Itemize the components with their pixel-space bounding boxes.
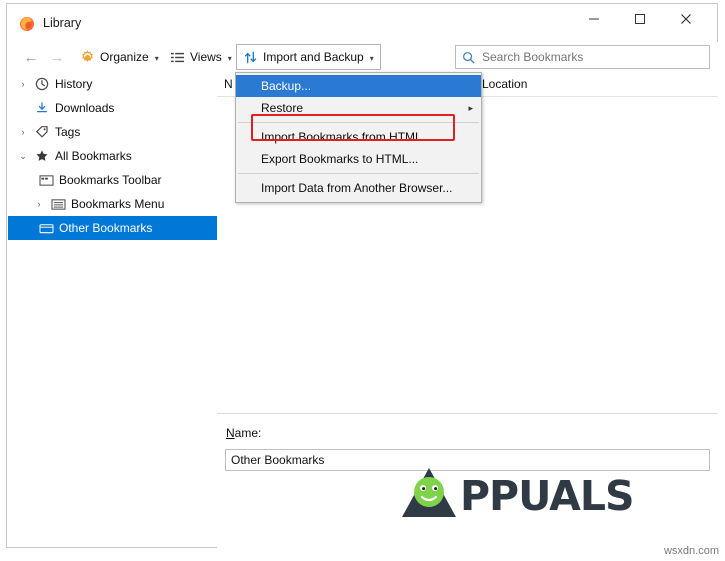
search-icon [462, 51, 475, 64]
window-title: Library [43, 16, 82, 30]
views-label: Views [190, 50, 222, 64]
appuals-watermark: PPUALS [398, 465, 635, 526]
status-bar [8, 547, 718, 548]
gear-icon [80, 49, 95, 65]
menu-folder-icon [48, 198, 68, 211]
chevron-down-icon: ▾ [369, 53, 374, 63]
name-field-label-rest: ame: [234, 426, 262, 440]
tag-icon [32, 125, 52, 139]
sidebar-item-label: All Bookmarks [55, 149, 132, 163]
menu-item-label: Backup... [261, 79, 312, 93]
sidebar-item-bookmarks-toolbar[interactable]: Bookmarks Toolbar [8, 168, 217, 192]
chevron-right-icon[interactable]: › [14, 127, 32, 137]
list-view-icon [170, 51, 185, 64]
toolbar-folder-icon [36, 174, 56, 187]
sidebar-item-label: Bookmarks Menu [71, 197, 165, 211]
title-bar: Library [7, 4, 717, 42]
clock-icon [32, 77, 52, 91]
menu-item-import-bookmarks-from-html[interactable]: Import Bookmarks from HTML... [236, 126, 481, 148]
menu-item-label: Restore [261, 101, 304, 115]
forward-arrow-icon: → [49, 48, 65, 66]
watermark-logo-icon [398, 465, 460, 526]
column-header-name[interactable]: N [224, 77, 233, 91]
menu-item-export-bookmarks-to-html[interactable]: Export Bookmarks to HTML... [236, 148, 481, 170]
close-button[interactable] [663, 4, 709, 34]
chevron-right-icon: ▸ [468, 102, 473, 113]
sidebar-item-tags[interactable]: › Tags [8, 120, 217, 144]
import-and-backup-menu: Backup... Restore ▸ Import Bookmarks fro… [235, 72, 482, 203]
chevron-down-icon: ▾ [154, 53, 159, 63]
sidebar-item-other-bookmarks[interactable]: Other Bookmarks [8, 216, 217, 240]
views-button[interactable]: Views ▾ [164, 45, 238, 69]
maximize-button[interactable] [617, 4, 663, 34]
back-button[interactable]: ← [18, 45, 44, 69]
menu-separator [238, 173, 479, 174]
menu-item-label: Import Data from Another Browser... [261, 181, 453, 195]
sidebar-item-label: Downloads [55, 101, 115, 115]
import-export-arrows-icon [243, 50, 258, 65]
import-and-backup-button[interactable]: Import and Backup ▾ [236, 44, 381, 70]
search-input[interactable] [480, 49, 694, 65]
menu-item-label: Import Bookmarks from HTML... [261, 130, 432, 144]
toolbar: ← → Organize ▾ Views ▾ Import and Backup… [8, 42, 718, 73]
sidebar-item-history[interactable]: › History [8, 72, 217, 96]
chevron-right-icon[interactable]: › [14, 79, 32, 89]
sidebar-item-label: Tags [55, 125, 81, 139]
column-header-location[interactable]: Location [482, 77, 527, 91]
menu-separator [238, 122, 479, 123]
sidebar-tree: › History Downloads › Tags ⌄ All Bookmar… [8, 72, 218, 547]
chevron-down-icon: ▾ [227, 53, 232, 63]
watermark-footer: wsxdn.com [663, 545, 719, 557]
star-icon [32, 149, 52, 163]
menu-item-label: Export Bookmarks to HTML... [261, 152, 419, 166]
sidebar-item-label: Bookmarks Toolbar [59, 173, 162, 187]
sidebar-item-downloads[interactable]: Downloads [8, 96, 217, 120]
sidebar-item-label: Other Bookmarks [59, 221, 153, 235]
menu-item-restore[interactable]: Restore ▸ [236, 97, 481, 119]
forward-button[interactable]: → [44, 45, 70, 69]
organize-label: Organize [100, 50, 149, 64]
chevron-down-icon[interactable]: ⌄ [14, 151, 32, 162]
import-and-backup-label: Import and Backup [263, 50, 364, 64]
sidebar-item-label: History [55, 77, 93, 91]
other-folder-icon [36, 222, 56, 235]
back-arrow-icon: ← [23, 48, 39, 66]
sidebar-item-all-bookmarks[interactable]: ⌄ All Bookmarks [8, 144, 217, 168]
search-bookmarks-box[interactable] [455, 45, 710, 69]
menu-item-import-data-from-another-browser[interactable]: Import Data from Another Browser... [236, 177, 481, 199]
organize-button[interactable]: Organize ▾ [74, 45, 165, 69]
chevron-right-icon[interactable]: › [30, 199, 48, 209]
watermark-text: PPUALS [460, 471, 635, 520]
firefox-library-icon [19, 16, 35, 32]
download-icon [32, 101, 52, 115]
sidebar-item-bookmarks-menu[interactable]: › Bookmarks Menu [8, 192, 217, 216]
minimize-button[interactable] [571, 4, 617, 34]
menu-item-backup[interactable]: Backup... [236, 75, 481, 97]
name-field-label: Name: [226, 426, 262, 440]
